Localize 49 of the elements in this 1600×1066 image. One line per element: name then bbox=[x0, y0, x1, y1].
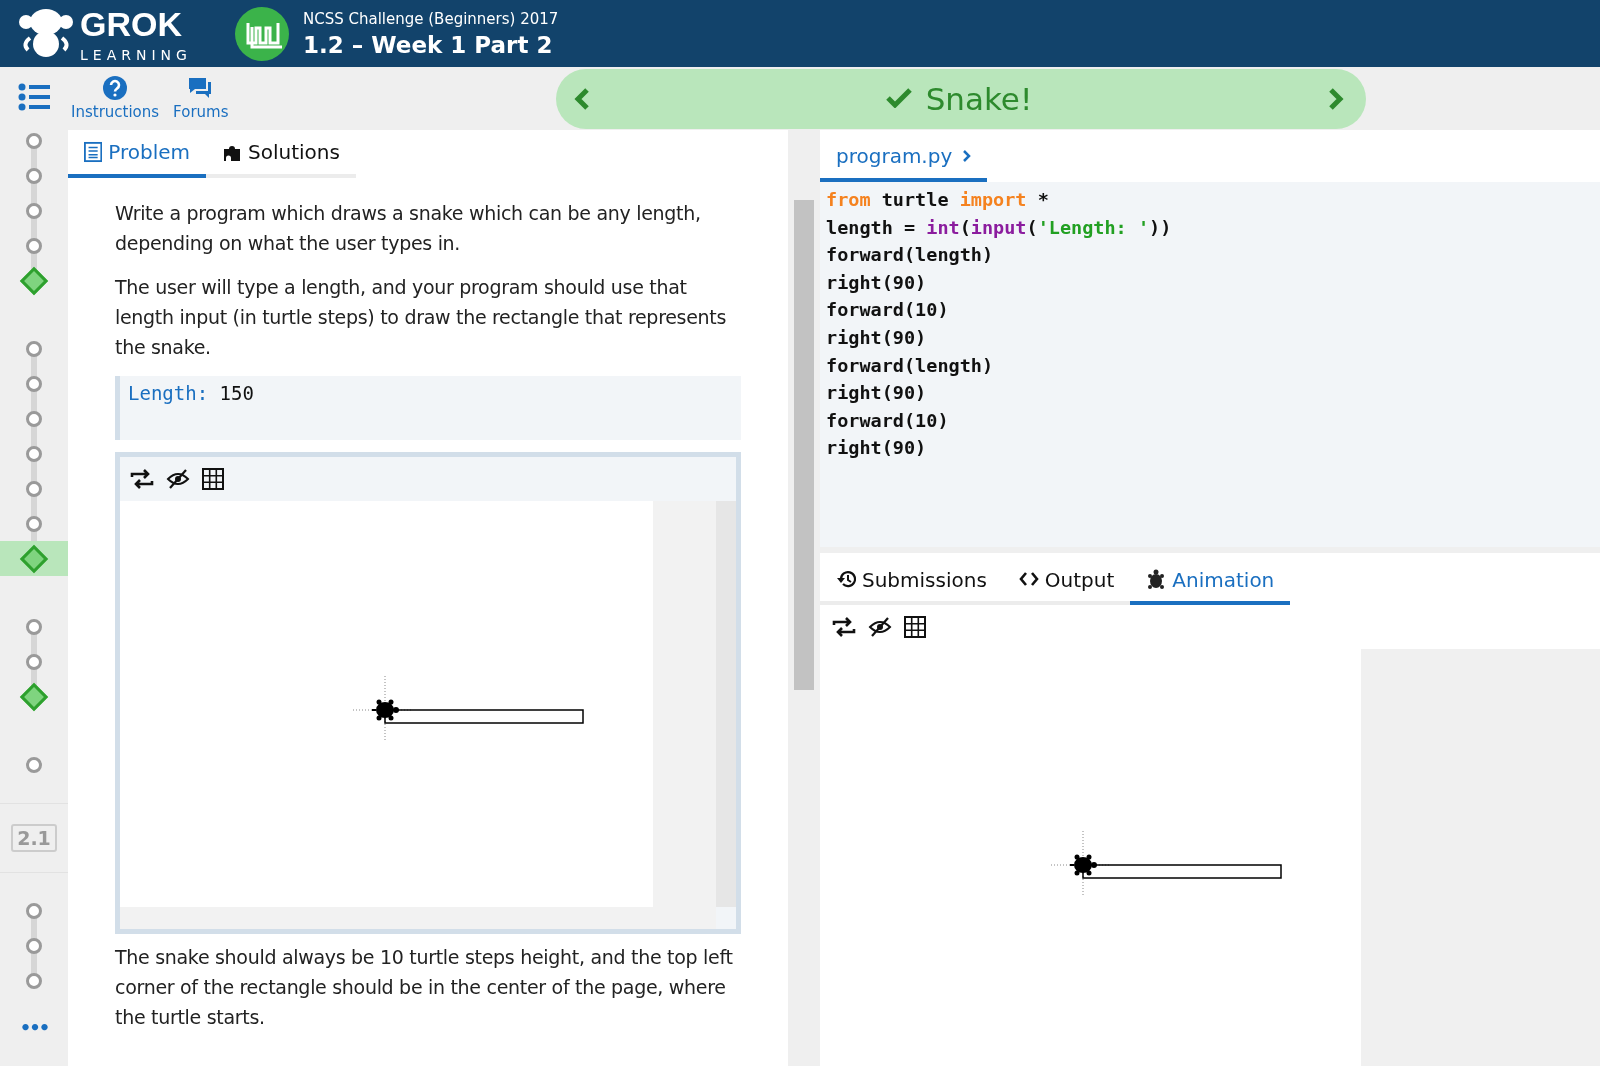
problem-text: The user will type a length, and your program should use that length input (in turtle steps) to draw the rectangle that represents the snake. bbox=[115, 275, 728, 360]
hidden-eye-icon[interactable] bbox=[166, 468, 190, 490]
code-line: forward(length) bbox=[826, 353, 995, 378]
hidden-eye-icon[interactable] bbox=[868, 616, 892, 638]
help-icon bbox=[103, 76, 128, 100]
problem-text: Write a program which draws a snake which can be any length, depending on what the user types in. bbox=[115, 201, 702, 256]
chat-icon bbox=[187, 76, 214, 100]
problem-text: The snake should always be 10 turtle steps height, and the top left corner of the rectangle should be in the center of the page, where the turtle starts. bbox=[115, 945, 734, 1030]
console-prompt: Length: bbox=[128, 382, 209, 404]
tab[interactable]: Problem bbox=[68, 130, 206, 178]
code-line: right(90) bbox=[826, 270, 928, 295]
vertical-scrollbar[interactable] bbox=[716, 501, 736, 907]
course-badge-icon bbox=[235, 6, 289, 61]
horizontal-scrollbar[interactable] bbox=[120, 907, 716, 929]
typed-input-text: 150 bbox=[219, 382, 254, 404]
code-line: forward(10) bbox=[826, 408, 950, 433]
tab[interactable]: Solutions bbox=[206, 130, 356, 178]
logo-wordmark: GROK bbox=[80, 4, 183, 44]
grid-icon[interactable] bbox=[904, 616, 926, 638]
previous-icon[interactable] bbox=[574, 87, 590, 110]
instructions-button[interactable]: Instructions bbox=[71, 76, 160, 121]
code-line: right(90) bbox=[826, 381, 928, 406]
completed-step[interactable] bbox=[0, 541, 68, 576]
next-icon[interactable] bbox=[1328, 87, 1344, 110]
tab[interactable]: Output bbox=[1002, 559, 1131, 605]
tab[interactable]: Submissions bbox=[820, 559, 1003, 605]
code-line: forward(10) bbox=[826, 298, 950, 323]
code-editor[interactable]: from turtle import * length = int(input('Length: ')) forward(length) right(90) forward(10) right(90) forward(length) right(90) forward(10) right(90) bbox=[820, 182, 1600, 553]
code-line: forward(length) bbox=[826, 243, 995, 268]
code-line: right(90) bbox=[826, 325, 928, 350]
forums-button[interactable]: Forums bbox=[173, 76, 229, 121]
grid-icon[interactable] bbox=[202, 468, 224, 490]
course-name: NCSS Challenge (Beginners) 2017 bbox=[303, 9, 559, 28]
repeat-icon[interactable] bbox=[130, 468, 154, 490]
document-icon bbox=[84, 141, 103, 163]
code-line: from turtle import * bbox=[826, 188, 1050, 212]
code-line: right(90) bbox=[826, 436, 928, 461]
turtle-icon bbox=[1146, 569, 1167, 591]
problem-title: Snake! bbox=[925, 80, 1033, 117]
logo-subtitle: LEARNING bbox=[80, 46, 192, 63]
menu-icon[interactable] bbox=[18, 83, 50, 111]
module-title: 1.2 – Week 1 Part 2 bbox=[303, 31, 554, 58]
code-line: length = int(input('Length: ')) bbox=[826, 215, 1173, 240]
monkey-logo-icon bbox=[18, 7, 74, 60]
repeat-icon[interactable] bbox=[832, 616, 856, 638]
chevron-icon bbox=[962, 149, 972, 163]
vertical-scrollbar[interactable] bbox=[788, 130, 820, 1066]
tab[interactable]: Animation bbox=[1130, 559, 1291, 605]
more-button[interactable]: ••• bbox=[0, 1017, 68, 1038]
